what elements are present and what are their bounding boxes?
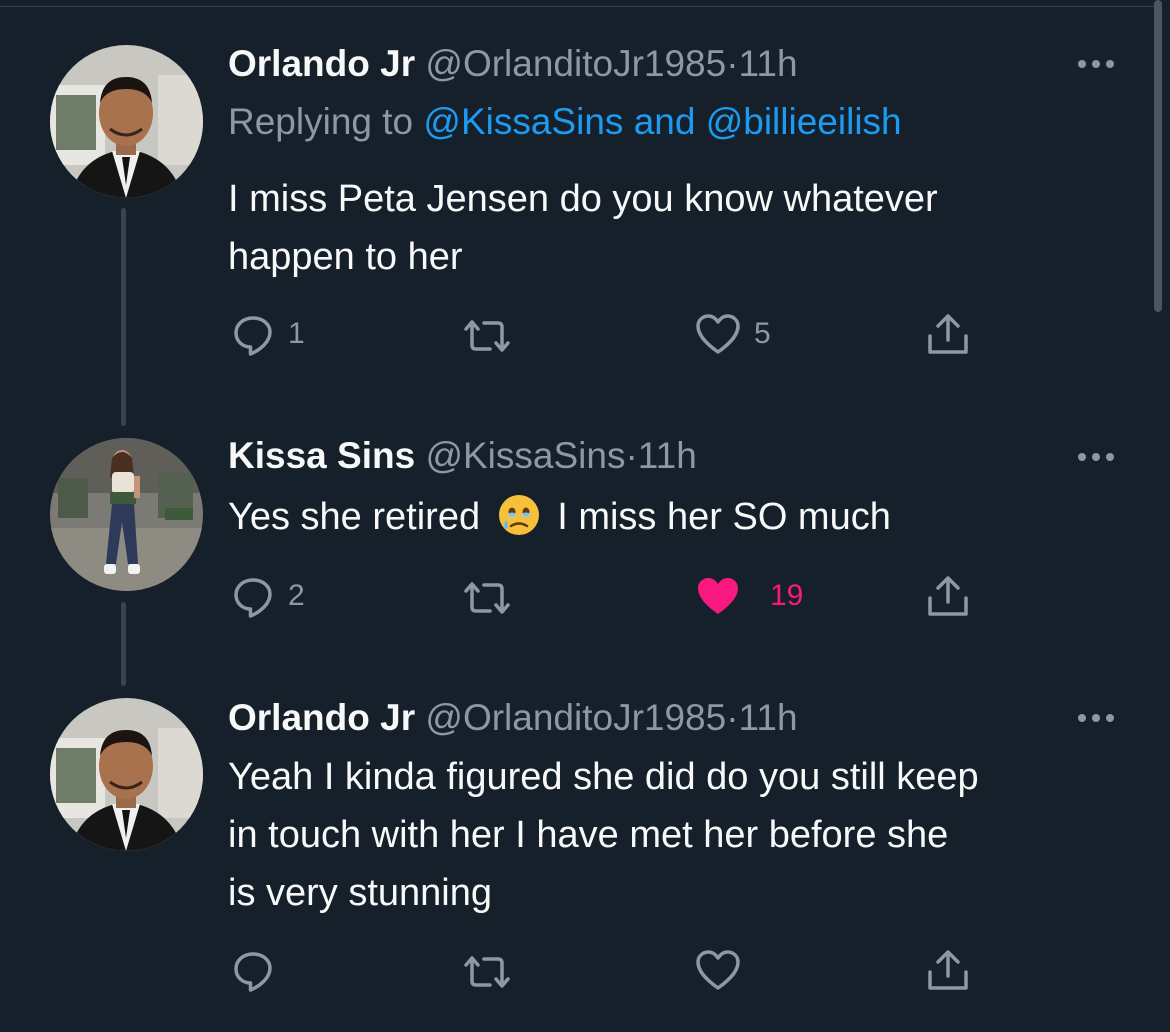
- tweet-text-line: is very stunning: [228, 872, 493, 914]
- avatar-orlando[interactable]: [50, 45, 203, 198]
- heart-icon: [696, 314, 740, 354]
- share-icon: [928, 950, 968, 990]
- tweet-text: Yes she retired I miss her SO much: [228, 488, 1128, 554]
- reply-icon: [234, 316, 272, 356]
- display-name[interactable]: Orlando Jr: [228, 697, 415, 738]
- share-icon: [928, 314, 968, 354]
- share-button[interactable]: [924, 310, 972, 358]
- retweet-icon: [464, 956, 510, 988]
- separator: ·: [625, 435, 638, 476]
- replying-to: Replying to @KissaSins and @billieeilish: [228, 100, 902, 144]
- reply-icon: [234, 952, 272, 992]
- separator: ·: [726, 697, 739, 738]
- like-button[interactable]: 19: [694, 572, 803, 620]
- tweet-text: Yeah I kinda figured she did do you stil…: [228, 748, 1128, 922]
- more-icon[interactable]: [1072, 54, 1120, 74]
- tweet-text-line: happen to her: [228, 236, 463, 278]
- user-handle[interactable]: @OrlanditoJr1985: [425, 697, 726, 738]
- retweet-button[interactable]: [458, 312, 528, 360]
- retweet-button[interactable]: [458, 574, 528, 622]
- tweet-header: Orlando Jr @OrlanditoJr1985·11h: [228, 42, 798, 86]
- separator: ·: [726, 43, 739, 84]
- scrollbar[interactable]: [1154, 0, 1162, 312]
- like-count: 19: [770, 579, 804, 612]
- avatar-kissa[interactable]: [50, 438, 203, 591]
- reply-button[interactable]: [230, 946, 288, 994]
- tweet-text-segment: Yes she retired: [228, 496, 481, 538]
- tweet-2[interactable]: Kissa Sins @KissaSins·11h Yes she retire…: [0, 420, 1150, 690]
- more-icon[interactable]: [1072, 708, 1120, 728]
- tweet-header: Orlando Jr @OrlanditoJr1985·11h: [228, 696, 798, 740]
- reply-button[interactable]: 2: [230, 572, 305, 620]
- retweet-icon: [464, 320, 510, 352]
- tweet-text-segment: I miss her SO much: [557, 496, 891, 538]
- avatar-orlando[interactable]: [50, 698, 203, 851]
- more-icon[interactable]: [1072, 447, 1120, 467]
- share-button[interactable]: [924, 572, 972, 620]
- timestamp[interactable]: 11h: [739, 697, 798, 738]
- thread-line: [121, 208, 126, 426]
- reply-icon: [234, 578, 272, 618]
- reply-button[interactable]: 1: [230, 310, 305, 358]
- tweet-text-line: in touch with her I have met her before …: [228, 814, 949, 856]
- share-button[interactable]: [924, 946, 972, 994]
- tweet-header: Kissa Sins @KissaSins·11h: [228, 434, 697, 478]
- reply-count: 2: [288, 579, 305, 612]
- tweet-1[interactable]: Orlando Jr @OrlanditoJr1985·11h Replying…: [0, 0, 1150, 426]
- display-name[interactable]: Orlando Jr: [228, 43, 415, 84]
- tweet-3[interactable]: Orlando Jr @OrlanditoJr1985·11h Yeah I k…: [0, 690, 1150, 1032]
- user-handle[interactable]: @KissaSins: [425, 435, 625, 476]
- timestamp[interactable]: 11h: [739, 43, 798, 84]
- retweet-button[interactable]: [458, 948, 528, 996]
- like-count: 5: [754, 317, 771, 350]
- heart-icon: [698, 578, 738, 614]
- share-icon: [928, 576, 968, 616]
- display-name[interactable]: Kissa Sins: [228, 435, 415, 476]
- tweet-text-line: I miss Peta Jensen do you know whatever: [228, 178, 938, 220]
- retweet-icon: [464, 582, 510, 614]
- reply-count: 1: [288, 317, 305, 350]
- face-holding-back-tears-icon: [497, 493, 541, 554]
- timestamp[interactable]: 11h: [638, 435, 697, 476]
- like-button[interactable]: [694, 946, 754, 994]
- mention-and: and: [633, 101, 696, 142]
- mention-link[interactable]: @billieeilish: [706, 101, 902, 142]
- thread-line: [121, 602, 126, 686]
- user-handle[interactable]: @OrlanditoJr1985: [425, 43, 726, 84]
- replying-to-label: Replying to: [228, 101, 414, 142]
- tweet-text-line: Yeah I kinda figured she did do you stil…: [228, 756, 979, 798]
- tweet-text: I miss Peta Jensen do you know whatever …: [228, 170, 1128, 286]
- heart-icon: [696, 950, 740, 990]
- like-button[interactable]: 5: [694, 310, 771, 358]
- mention-link[interactable]: @KissaSins: [423, 101, 623, 142]
